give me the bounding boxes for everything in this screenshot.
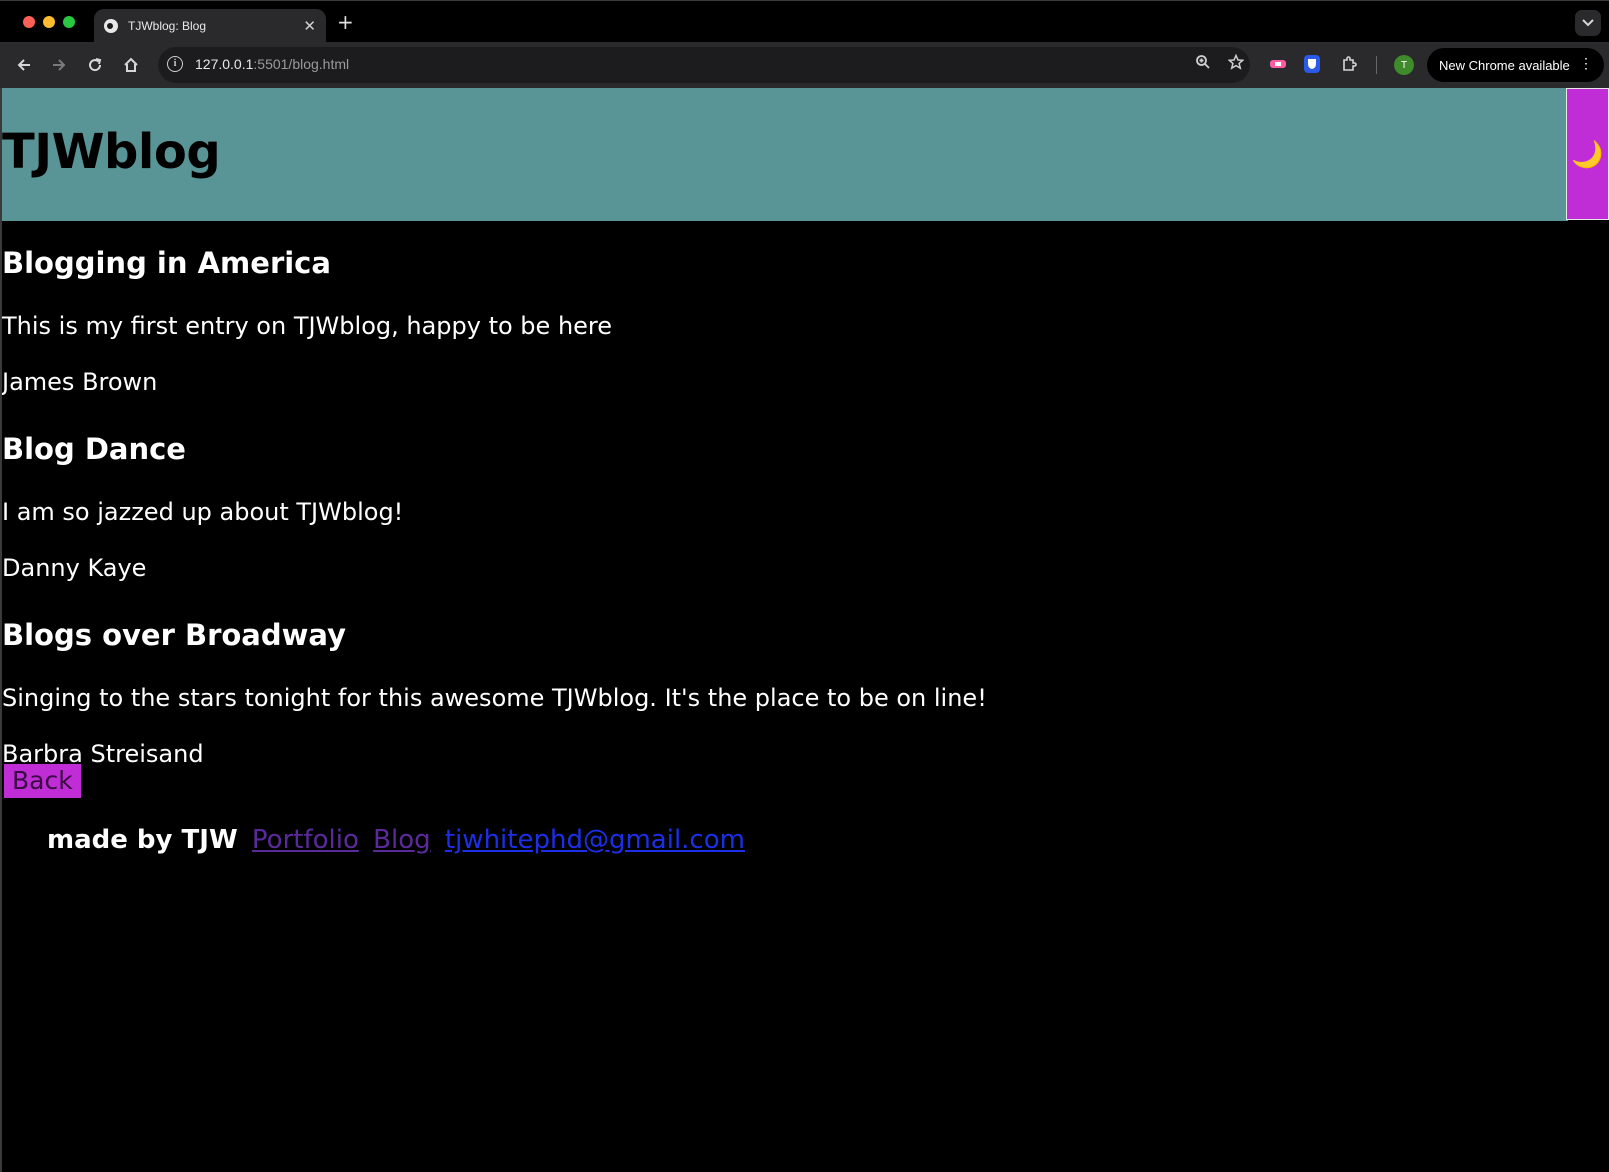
reload-button[interactable] [82, 52, 108, 78]
reload-icon [89, 58, 102, 72]
web-page: TJWblog 🌙 Blogging in America This is my… [0, 88, 1609, 1172]
extensions-puzzle-icon[interactable] [1339, 54, 1359, 74]
new-tab-button[interactable]: + [337, 11, 354, 33]
browser-tab-active[interactable]: TJWblog: Blog ✕ [94, 9, 326, 43]
browser-toolbar: i 127.0.0.1:5501/blog.html [0, 42, 1609, 88]
moon-icon: 🌙 [1571, 138, 1604, 169]
update-label: New Chrome available [1439, 57, 1570, 73]
tab-search-button[interactable] [1575, 10, 1601, 36]
url-text[interactable]: 127.0.0.1:5501/blog.html [195, 56, 349, 72]
chevron-down-icon [1582, 19, 1594, 27]
made-by-label: made by TJW [47, 825, 238, 855]
profile-avatar[interactable]: T [1394, 55, 1414, 75]
minimize-window-button[interactable] [43, 16, 55, 28]
blog-link[interactable]: Blog [373, 825, 430, 855]
more-menu-icon[interactable]: ⋮ [1579, 55, 1593, 72]
site-header: TJWblog [2, 88, 1568, 221]
forward-nav-button[interactable] [46, 52, 72, 78]
post-title: Blog Dance [2, 432, 186, 466]
new-chrome-available-button[interactable]: New Chrome available ⋮ [1427, 48, 1604, 82]
portfolio-link[interactable]: Portfolio [252, 825, 359, 855]
favicon-icon [104, 19, 118, 33]
home-button[interactable] [118, 52, 144, 78]
site-footer: made by TJW Portfolio Blog tjwhitephd@gm… [47, 825, 745, 855]
email-link[interactable]: tjwhitephd@gmail.com [445, 825, 745, 855]
post-title: Blogging in America [2, 246, 331, 280]
arrow-right-icon [53, 59, 66, 71]
zoom-icon[interactable] [1195, 54, 1211, 74]
site-info-icon[interactable]: i [167, 56, 183, 72]
back-button[interactable]: Back [4, 764, 81, 798]
password-manager-shield-icon[interactable] [1304, 55, 1320, 73]
address-bar[interactable]: i 127.0.0.1:5501/blog.html [158, 47, 1250, 83]
post-body: This is my first entry on TJWblog, happy… [2, 312, 613, 340]
back-nav-button[interactable] [11, 52, 37, 78]
arrow-left-icon [17, 59, 30, 71]
bookmark-star-icon[interactable] [1227, 53, 1245, 74]
post-body: I am so jazzed up about TJWblog! [2, 498, 404, 526]
site-title: TJWblog [2, 124, 221, 180]
toolbar-divider [1376, 56, 1377, 74]
tab-close-icon[interactable]: ✕ [303, 17, 316, 35]
post-author: James Brown [2, 368, 158, 396]
home-icon [124, 57, 138, 72]
browser-tabstrip: TJWblog: Blog ✕ + [0, 0, 1609, 43]
close-window-button[interactable] [23, 16, 35, 28]
post-author: Danny Kaye [2, 554, 147, 582]
tab-title: TJWblog: Blog [128, 19, 207, 33]
extension-icon[interactable] [1268, 54, 1288, 74]
theme-toggle-button[interactable]: 🌙 [1566, 88, 1609, 220]
post-body: Singing to the stars tonight for this aw… [2, 684, 987, 712]
maximize-window-button[interactable] [63, 16, 75, 28]
post-title: Blogs over Broadway [2, 618, 347, 652]
